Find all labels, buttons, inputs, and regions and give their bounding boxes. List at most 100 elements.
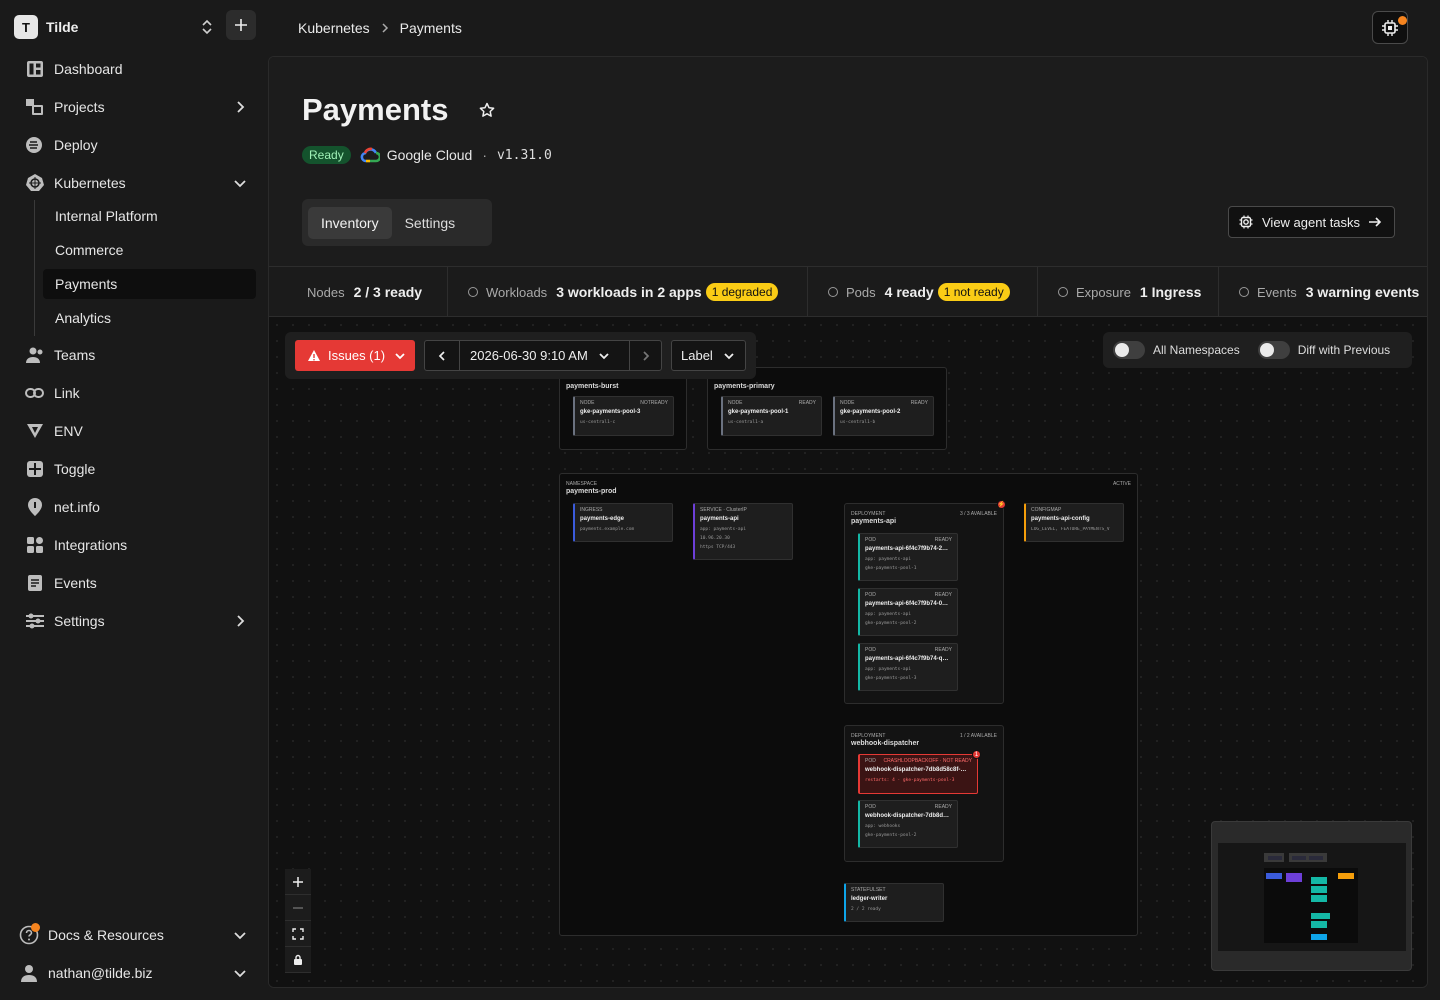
deployment-status: 1 / 2 AVAILABLE xyxy=(959,733,997,739)
sidebar-item-projects[interactable]: Projects xyxy=(24,92,256,122)
pod-card[interactable]: POD READY payments-api-6f4c7f9b74-q… app… xyxy=(858,643,958,691)
all-namespaces-toggle[interactable] xyxy=(1113,341,1145,359)
tab-settings[interactable]: Settings xyxy=(392,207,469,239)
sidebar-item-label: Projects xyxy=(54,99,105,115)
sidebar-user-menu[interactable]: nathan@tilde.biz xyxy=(18,958,256,988)
topology-canvas[interactable]: payments-burst NODE NOTREADY gke-payment… xyxy=(269,317,1427,987)
timestamp-value: 2026-06-30 9:10 AM xyxy=(470,348,588,363)
sidebar-item-commerce[interactable]: Commerce xyxy=(43,235,256,265)
sidebar-item-analytics[interactable]: Analytics xyxy=(43,303,256,333)
sidebar-item-label: Events xyxy=(54,575,97,591)
stat-exposure[interactable]: Exposure 1 Ingress xyxy=(1038,267,1219,317)
sidebar-item-teams[interactable]: Teams xyxy=(24,340,256,370)
service-selector: app: payments-api xyxy=(700,527,747,532)
sidebar-item-env[interactable]: ENV xyxy=(24,416,256,446)
sidebar-item-label: Docs & Resources xyxy=(48,927,164,943)
circle-icon xyxy=(828,287,838,297)
resource-name: payments-api xyxy=(700,516,739,522)
star-icon[interactable] xyxy=(479,102,495,118)
service-card[interactable]: SERVICE · ClusterIP payments-api app: pa… xyxy=(693,503,793,560)
sidebar-item-kubernetes[interactable]: Kubernetes xyxy=(24,168,256,198)
sidebar-item-settings[interactable]: Settings xyxy=(24,606,256,636)
deployment-group[interactable]: DEPLOYMENT webhook-dispatcher 1 / 2 AVAI… xyxy=(844,725,1004,862)
chevron-updown-icon[interactable] xyxy=(200,17,214,37)
node-card[interactable]: NODE READY gke-payments-pool-1 us-centra… xyxy=(721,396,822,436)
previous-snapshot-button[interactable] xyxy=(425,341,460,370)
agent-button[interactable] xyxy=(1372,11,1408,44)
add-button[interactable] xyxy=(226,10,256,40)
sidebar-item-label: Internal Platform xyxy=(55,208,158,224)
node-pool-group[interactable]: payments-burst NODE NOTREADY gke-payment… xyxy=(559,367,687,450)
sidebar-item-internal-platform[interactable]: Internal Platform xyxy=(43,201,256,231)
stat-value: 3 warning events xyxy=(1305,284,1420,300)
stat-nodes[interactable]: Nodes 2 / 3 ready xyxy=(269,267,448,317)
pod-name: webhook-dispatcher-7db8d58c8f-… xyxy=(865,767,967,773)
resource-kind: SERVICE · ClusterIP xyxy=(700,507,747,513)
configmap-card[interactable]: CONFIGMAP payments-api-config LOG_LEVEL,… xyxy=(1024,503,1124,542)
sidebar-item-toggle[interactable]: Toggle xyxy=(24,454,256,484)
pod-card[interactable]: POD READY payments-api-6f4c7f9b74-2… app… xyxy=(858,533,958,581)
service-ip: 10.96.20.30 xyxy=(700,536,730,541)
chevron-right-icon xyxy=(237,615,245,627)
pod-card-failing[interactable]: POD CRASHLOOPBACKOFF · NOT READY webhook… xyxy=(858,754,978,794)
deployment-group[interactable]: DEPLOYMENT payments-api 3 / 3 AVAILABLE … xyxy=(844,503,1004,704)
sidebar-item-deploy[interactable]: Deploy xyxy=(24,130,256,160)
sidebar-item-label: Toggle xyxy=(54,461,96,477)
stat-workloads[interactable]: Workloads 3 workloads in 2 apps 1 degrad… xyxy=(448,267,808,317)
workspace-switcher[interactable]: T Tilde xyxy=(14,10,258,41)
sidebar-docs-resources[interactable]: Docs & Resources xyxy=(18,920,256,950)
sidebar-item-dashboard[interactable]: Dashboard xyxy=(24,54,256,84)
sidebar-item-label: Analytics xyxy=(55,310,112,326)
kubernetes-icon xyxy=(24,172,46,194)
timestamp-select[interactable]: 2026-06-30 9:10 AM xyxy=(460,348,610,363)
workspace-logo: T xyxy=(14,15,38,39)
fit-view-button[interactable] xyxy=(285,921,311,947)
next-snapshot-button[interactable] xyxy=(629,341,661,370)
pod-status: READY xyxy=(934,804,952,810)
sidebar-item-events[interactable]: Events xyxy=(24,568,256,598)
warning-icon xyxy=(308,349,320,361)
sidebar-item-integrations[interactable]: Integrations xyxy=(24,530,256,560)
arrow-right-icon xyxy=(1369,217,1382,227)
namespace-group[interactable]: NAMESPACE payments-prod ACTIVE INGRESS p… xyxy=(559,473,1138,936)
ingress-card[interactable]: INGRESS payments-edge payments.example.c… xyxy=(573,503,673,542)
pod-label: app: webhooks xyxy=(865,824,901,829)
sidebar-item-net-info[interactable]: net.info xyxy=(24,492,256,522)
sidebar-item-label: Kubernetes xyxy=(54,175,126,191)
stat-events[interactable]: Events 3 warning events xyxy=(1219,267,1427,317)
chevron-right-icon xyxy=(382,23,388,33)
tab-inventory[interactable]: Inventory xyxy=(308,206,392,239)
lock-button[interactable] xyxy=(285,947,311,973)
minimap[interactable] xyxy=(1211,821,1412,971)
zoom-out-button[interactable] xyxy=(285,895,311,921)
view-agent-tasks-button[interactable]: View agent tasks xyxy=(1228,206,1395,238)
sidebar-item-link[interactable]: Link xyxy=(24,378,256,408)
stat-label: Nodes xyxy=(307,284,345,300)
pod-node: gke-payments-pool-2 xyxy=(865,621,917,626)
pod-card[interactable]: POD READY webhook-dispatcher-7db8d… app:… xyxy=(858,800,958,848)
stat-pods[interactable]: Pods 4 ready 1 not ready xyxy=(808,267,1038,317)
plus-icon xyxy=(235,19,247,31)
issues-button[interactable]: Issues (1) xyxy=(295,340,415,371)
node-card[interactable]: NODE NOTREADY gke-payments-pool-3 us-cen… xyxy=(573,396,674,436)
breadcrumb-kubernetes[interactable]: Kubernetes xyxy=(298,20,370,36)
pod-card[interactable]: POD READY payments-api-6f4c7f9b74-0… app… xyxy=(858,588,958,636)
zoom-controls xyxy=(285,869,311,975)
sidebar-item-payments[interactable]: Payments xyxy=(43,269,256,299)
node-card[interactable]: NODE READY gke-payments-pool-2 us-centra… xyxy=(833,396,934,436)
statefulset-card[interactable]: STATEFULSET ledger-writer 2 / 2 ready xyxy=(844,883,944,922)
stat-label: Events xyxy=(1257,284,1297,300)
toggle-icon xyxy=(24,458,46,480)
minus-icon xyxy=(293,906,303,909)
node-pool-group[interactable]: payments-primary NODE READY gke-payments… xyxy=(707,367,947,450)
zoom-in-button[interactable] xyxy=(285,869,311,895)
gear-icon xyxy=(1239,215,1253,229)
tab-bar: Inventory Settings xyxy=(302,199,492,246)
stat-label: Workloads xyxy=(486,284,548,300)
diff-previous-toggle[interactable] xyxy=(1257,341,1290,359)
pod-kind: POD xyxy=(865,758,876,764)
link-icon xyxy=(24,382,46,404)
submenu-divider xyxy=(34,200,35,336)
label-select[interactable]: Label xyxy=(671,340,746,371)
pod-name: payments-api-6f4c7f9b74-0… xyxy=(865,601,949,607)
